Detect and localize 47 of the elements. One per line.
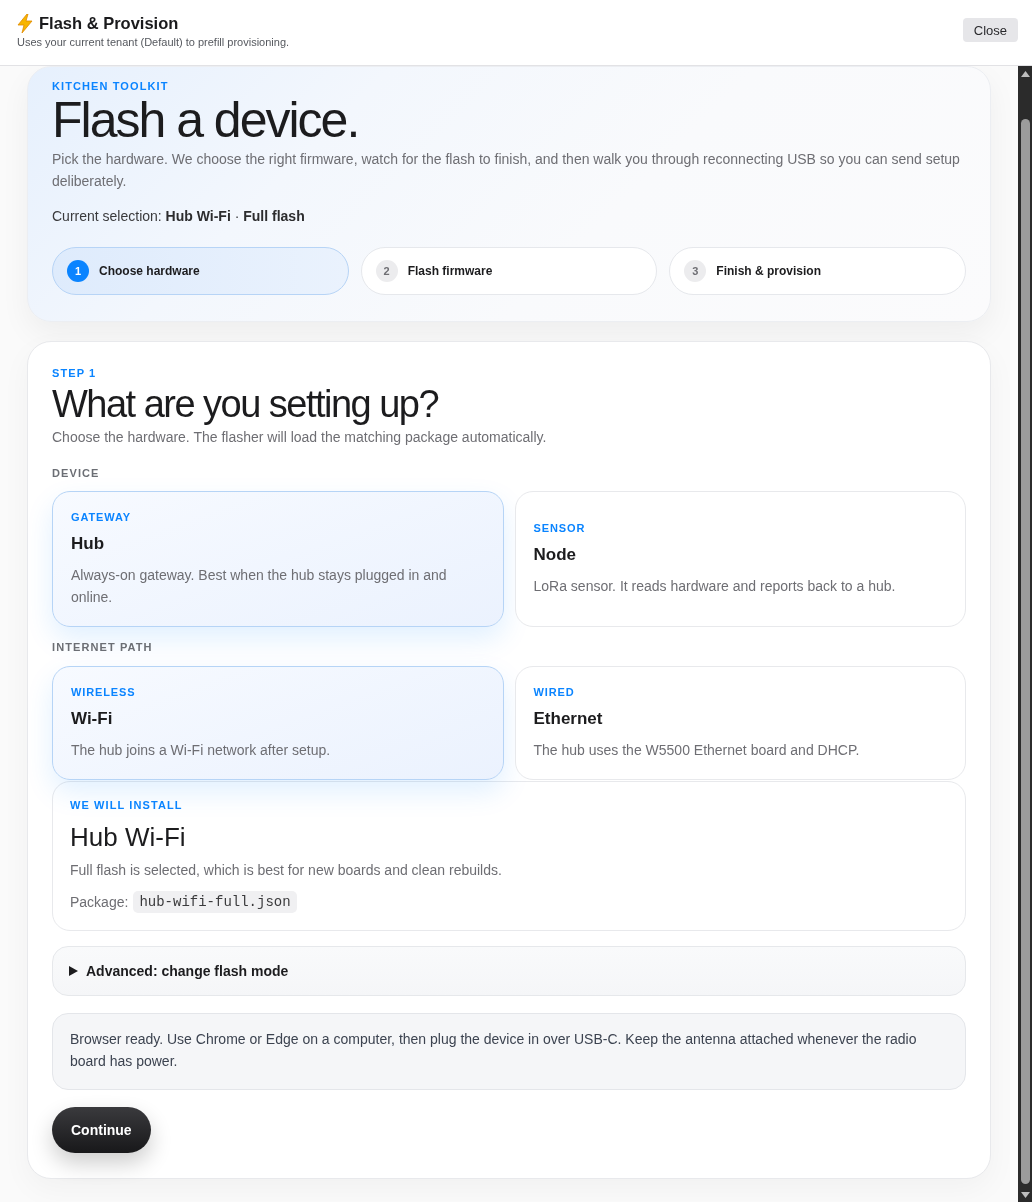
group-label: DEVICE [52,466,101,480]
package-label: Package: [70,893,129,912]
down-arrow-icon[interactable] [1020,1192,1030,1198]
close-button[interactable]: Close [962,18,1018,42]
option-title: Wi-Fi [71,708,114,730]
group-label: INTERNET PATH [52,640,154,654]
install-kicker: WE WILL INSTALL [70,798,184,812]
option-kicker: WIRELESS [71,685,137,699]
step-number: 3 [684,260,707,282]
hero-title: Flash a device. [52,93,360,148]
lightning-icon [17,13,33,33]
package-filename: hub-wifi-full.json [133,891,297,913]
option-card[interactable]: GATEWAY Hub Always-on gateway. Best when the hub stays plugged in and online. [52,491,504,627]
hero-description: Pick the hardware. We choose the right firmware, watch for the flash to finish, and then walk you through reconnecting USB so you can send setup deliberately. [52,150,961,191]
option-description: The hub uses the W5500 Ethernet board and DHCP. [533,741,861,760]
step-number: 1 [67,260,89,282]
step-tab[interactable]: 3 Finish & provision [669,247,966,295]
step-tab[interactable]: 1 Choose hardware [52,247,349,295]
install-description: Full flash is selected, which is best for new boards and clean rebuilds. [70,861,503,880]
scrollbar-thumb[interactable] [1020,119,1030,1184]
option-kicker: GATEWAY [71,510,132,524]
option-description: The hub joins a Wi-Fi network after setup. [71,741,332,760]
step-title: What are you setting up? [52,382,440,426]
step-description: Choose the hardware. The flasher will load the matching package automatically. [52,428,548,447]
option-title: Ethernet [533,708,604,730]
option-title: Node [533,544,577,566]
option-kicker: WIRED [533,685,576,699]
scrollbar[interactable] [1018,66,1032,1202]
advanced-toggle[interactable]: Advanced: change flash mode [52,946,966,996]
option-title: Hub [71,533,106,555]
option-card[interactable]: SENSOR Node LoRa sensor. It reads hardware and reports back to a hub. [514,491,966,627]
option-description: Always-on gateway. Best when the hub stays plugged in and online. [71,566,448,607]
current-selection: Current selection: Hub Wi-Fi · Full flash [52,207,306,226]
option-kicker: SENSOR [533,521,587,535]
window-title: Flash & Provision [39,13,179,33]
option-card[interactable]: WIRELESS Wi-Fi The hub joins a Wi-Fi network after setup. [52,666,504,780]
option-card[interactable]: WIRED Ethernet The hub uses the W5500 Ethernet board and DHCP. [514,666,966,780]
step-tab[interactable]: 2 Flash firmware [360,247,658,295]
up-arrow-icon[interactable] [1020,71,1030,77]
continue-button[interactable]: Continue [52,1107,151,1153]
hero-kicker: KITCHEN TOOLKIT [52,79,170,93]
install-title: Hub Wi-Fi [70,821,187,854]
step-number: 2 [375,260,398,282]
window-subtitle: Uses your current tenant (Default) to prefill provisioning. [17,35,290,49]
option-description: LoRa sensor. It reads hardware and reports back to a hub. [533,577,897,596]
step-kicker: STEP 1 [52,366,98,380]
browser-notice: Browser ready. Use Chrome or Edge on a computer, then plug the device in over USB-C. Keep the antenna attached whenever the radio board has power. [52,1013,966,1090]
